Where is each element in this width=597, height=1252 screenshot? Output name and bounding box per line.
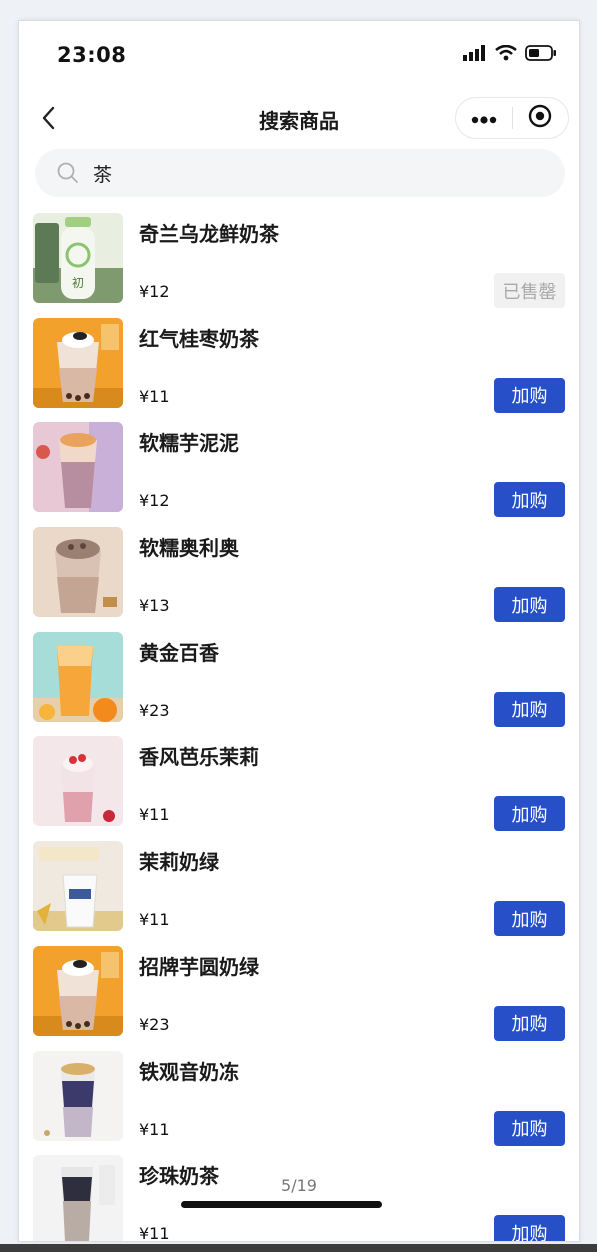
product-name: 铁观音奶冻: [139, 1059, 239, 1084]
product-item[interactable]: 软糯芋泥泥 ¥12 加购: [19, 421, 579, 526]
product-name: 招牌芋圆奶绿: [139, 954, 259, 979]
add-to-cart-button[interactable]: 加购: [494, 796, 565, 832]
product-item[interactable]: 茉莉奶绿 ¥11 加购: [19, 840, 579, 945]
close-button[interactable]: [512, 98, 568, 138]
product-item[interactable]: 铁观音奶冻 ¥11 加购: [19, 1050, 579, 1155]
product-name: 茉莉奶绿: [139, 850, 219, 875]
bottom-strip: [0, 1244, 597, 1252]
product-image: [33, 841, 123, 932]
add-to-cart-button[interactable]: 加购: [494, 901, 565, 937]
search-input[interactable]: 茶: [93, 160, 112, 187]
product-name: 香风芭乐茉莉: [139, 745, 259, 770]
product-image: [33, 422, 123, 513]
product-price: ¥11: [139, 805, 170, 825]
product-list: 初 奇兰乌龙鲜奶茶 ¥12 已售罄 红气桂枣奶茶 ¥11 加购 软糯芋泥泥 ¥1…: [19, 212, 579, 1242]
more-dots-icon: [471, 109, 497, 128]
search-bar[interactable]: 茶: [35, 149, 565, 197]
product-name: 红气桂枣奶茶: [139, 326, 259, 351]
product-name: 软糯奥利奥: [139, 536, 239, 561]
product-image: [33, 945, 123, 1036]
add-to-cart-button[interactable]: 加购: [494, 482, 565, 518]
home-indicator[interactable]: [181, 1201, 382, 1208]
product-price: ¥12: [139, 282, 170, 301]
phone-screen: 23:08 搜索商品 茶 初 奇兰乌龙鲜奶茶 ¥12 已售罄 红气桂枣奶茶 ¥1…: [18, 20, 580, 1242]
sold-out-button: 已售罄: [494, 273, 565, 308]
nav-bar: 搜索商品: [19, 93, 579, 149]
add-to-cart-button[interactable]: 加购: [494, 691, 565, 727]
add-to-cart-button[interactable]: 加购: [494, 1110, 565, 1146]
product-price: ¥13: [139, 596, 170, 616]
product-image: [33, 631, 123, 722]
product-price: ¥12: [139, 491, 170, 511]
product-price: ¥23: [139, 700, 170, 720]
svg-text:初: 初: [72, 276, 84, 290]
add-to-cart-button[interactable]: 加购: [494, 1215, 565, 1241]
product-price: ¥11: [139, 386, 170, 406]
product-image: 初: [33, 213, 123, 303]
product-item[interactable]: 招牌芋圆奶绿 ¥23 加购: [19, 945, 579, 1050]
product-price: ¥11: [139, 1119, 170, 1139]
add-to-cart-button[interactable]: 加购: [494, 587, 565, 623]
product-item[interactable]: 珍珠奶茶 ¥11 加购: [19, 1154, 579, 1242]
status-icons: [463, 44, 557, 65]
more-button[interactable]: [456, 98, 512, 138]
product-price: ¥11: [139, 1224, 170, 1242]
add-to-cart-button[interactable]: 加购: [494, 377, 565, 413]
product-item[interactable]: 软糯奥利奥 ¥13 加购: [19, 526, 579, 631]
search-icon: [57, 162, 79, 184]
target-circle-icon: [528, 104, 552, 132]
product-item[interactable]: 初 奇兰乌龙鲜奶茶 ¥12 已售罄: [19, 212, 579, 317]
page-indicator: 5/19: [281, 1176, 317, 1195]
product-item[interactable]: 红气桂枣奶茶 ¥11 加购: [19, 317, 579, 422]
product-name: 软糯芋泥泥: [139, 431, 239, 456]
mini-program-capsule: [455, 97, 569, 139]
product-image: [33, 317, 123, 408]
product-image: [33, 736, 123, 827]
product-price: ¥11: [139, 910, 170, 930]
battery-icon: [525, 45, 557, 65]
signal-icon: [463, 45, 487, 65]
product-image: [33, 1050, 123, 1141]
status-bar: 23:08: [19, 21, 579, 91]
product-item[interactable]: 黄金百香 ¥23 加购: [19, 631, 579, 736]
product-name: 黄金百香: [139, 640, 219, 665]
product-name: 奇兰乌龙鲜奶茶: [139, 222, 279, 246]
product-image: [33, 527, 123, 618]
product-item[interactable]: 香风芭乐茉莉 ¥11 加购: [19, 735, 579, 840]
add-to-cart-button[interactable]: 加购: [494, 1005, 565, 1041]
product-price: ¥23: [139, 1014, 170, 1034]
wifi-icon: [495, 44, 517, 65]
status-time: 23:08: [57, 43, 127, 67]
product-image: [33, 1155, 123, 1241]
